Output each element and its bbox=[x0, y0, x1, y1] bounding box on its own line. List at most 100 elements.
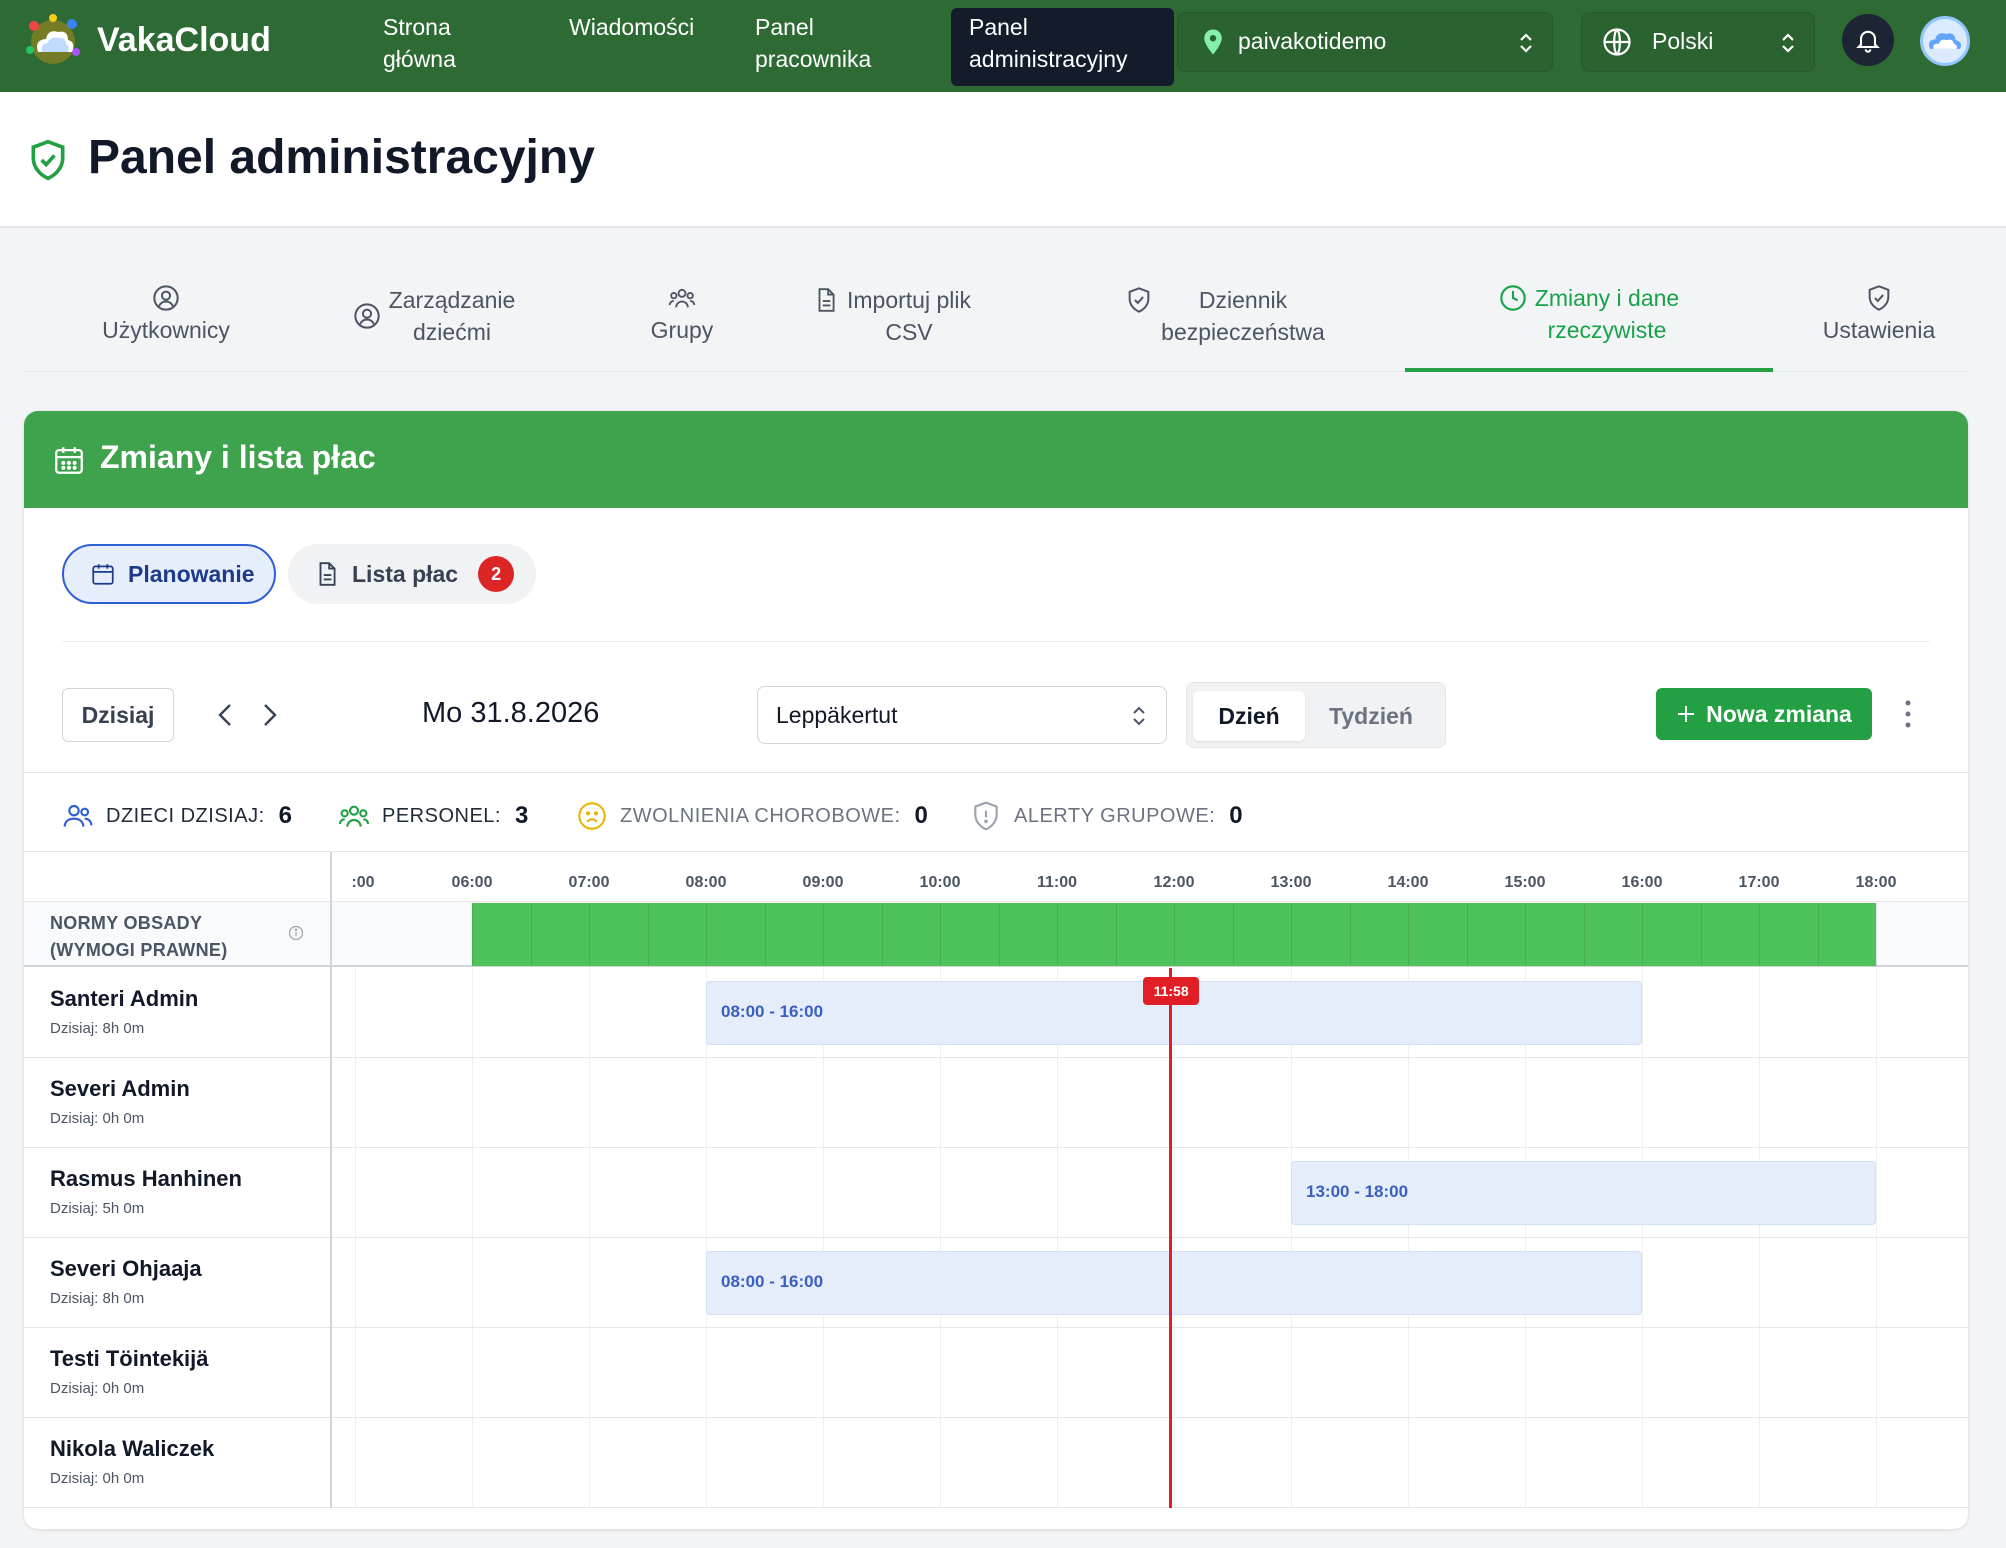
bell-icon bbox=[1856, 30, 1880, 53]
tab-label: Importuj plik CSV bbox=[847, 287, 971, 345]
staff-hours-today: Dzisiaj: 8h 0m bbox=[50, 1020, 145, 1037]
nav-link-home[interactable]: Strona główna bbox=[383, 8, 553, 84]
subtab-planning[interactable]: Planowanie bbox=[62, 544, 276, 604]
norms-bar-tick bbox=[530, 903, 532, 966]
today-button[interactable]: Dzisiaj bbox=[62, 688, 174, 742]
norms-bar-tick bbox=[1174, 903, 1175, 966]
stat-label: DZIECI DZISIAJ: bbox=[106, 804, 265, 827]
tab-label: Grupy bbox=[650, 317, 714, 343]
norms-bar-tick bbox=[1408, 903, 1409, 966]
staff-hours-today: Dzisiaj: 0h 0m bbox=[50, 1380, 145, 1397]
tab-children[interactable]: Zarządzanie dziećmi bbox=[324, 284, 544, 348]
shifts-card: Zmiany i lista płac Planowanie Lista pła… bbox=[24, 411, 1968, 1529]
user-avatar[interactable] bbox=[1920, 16, 1970, 66]
chevron-up-down-icon bbox=[1520, 33, 1532, 53]
hour-label: 11:00 bbox=[1036, 874, 1078, 891]
active-tab-indicator bbox=[1405, 368, 1773, 372]
new-shift-button[interactable]: Nowa zmiana bbox=[1656, 688, 1872, 740]
stat-value: 0 bbox=[1229, 802, 1244, 829]
subtab-payroll[interactable]: Lista płac 2 bbox=[288, 544, 536, 604]
staff-row: Santeri Admin Dzisiaj: 8h 0m 08:00 - 16:00 bbox=[24, 968, 1968, 1058]
brand-name[interactable]: VakaCloud bbox=[97, 21, 271, 60]
file-icon bbox=[818, 288, 835, 312]
current-time-line bbox=[1169, 968, 1173, 1508]
hour-label: 18:00 bbox=[1855, 874, 1897, 891]
nav-link-messages[interactable]: Wiadomości bbox=[569, 8, 739, 84]
notifications-button[interactable] bbox=[1842, 14, 1894, 66]
staff-name[interactable]: Testi Töintekijä bbox=[50, 1346, 209, 1372]
calendar-icon bbox=[92, 564, 114, 585]
view-toggle: Dzień Tydzień bbox=[1186, 682, 1446, 748]
tab-import-csv[interactable]: Importuj plik CSV bbox=[800, 284, 984, 348]
file-icon bbox=[319, 562, 336, 586]
norms-bar-tick bbox=[1349, 903, 1351, 966]
group-value: Leppäkertut bbox=[776, 702, 898, 728]
staff-row: Severi Ohjaaja Dzisiaj: 8h 0m 08:00 - 16:0… bbox=[24, 1238, 1968, 1328]
norms-bar-tick bbox=[764, 903, 766, 966]
staff-row: Rasmus Hanhinen Dzisiaj: 5h 0m 13:00 - 18:… bbox=[24, 1148, 1968, 1238]
payroll-count-badge: 2 bbox=[478, 556, 515, 592]
current-date: Mo 31.8.2026 bbox=[422, 697, 600, 729]
view-day-button[interactable]: Dzień bbox=[1193, 691, 1305, 741]
staff-hours-today: Dzisiaj: 5h 0m bbox=[50, 1200, 145, 1217]
tab-label: Użytkownicy bbox=[102, 317, 230, 343]
stat-value: 3 bbox=[514, 802, 529, 829]
chevron-right-icon[interactable] bbox=[254, 699, 284, 731]
stat-staff: PERSONEL: 3 bbox=[338, 796, 529, 836]
shift-block[interactable]: 08:00 - 16:00 bbox=[706, 1251, 1642, 1315]
nav-link-admin-panel[interactable]: Panel administracyjny bbox=[951, 8, 1174, 86]
shield-check-icon bbox=[1128, 287, 1150, 313]
plus-icon bbox=[1678, 706, 1695, 722]
norms-bar-tick bbox=[1232, 903, 1234, 966]
tab-shifts[interactable]: Zmiany i dane rzeczywiste bbox=[1464, 282, 1714, 346]
shift-block[interactable]: 13:00 - 18:00 bbox=[1291, 1161, 1876, 1225]
norms-bar-tick bbox=[1583, 903, 1585, 966]
stat-label: PERSONEL: bbox=[382, 804, 501, 827]
tab-label: Zarządzanie dziećmi bbox=[388, 287, 516, 345]
divider bbox=[62, 641, 1930, 642]
shield-alert-icon bbox=[974, 801, 998, 831]
group-select[interactable]: Leppäkertut bbox=[757, 686, 1167, 744]
norms-bar-tick bbox=[1642, 903, 1643, 966]
staff-row: Severi Admin Dzisiaj: 0h 0m bbox=[24, 1058, 1968, 1148]
staff-hours-today: Dzisiaj: 0h 0m bbox=[50, 1110, 145, 1127]
norms-bar-tick bbox=[472, 903, 473, 966]
tab-groups[interactable]: Grupy bbox=[612, 284, 752, 346]
tab-label: Dziennik bezpieczeństwa bbox=[1161, 287, 1325, 345]
map-pin-icon bbox=[1204, 29, 1222, 55]
norms-bar-tick bbox=[1700, 903, 1702, 966]
avatar-icon bbox=[1929, 33, 1962, 49]
vakacloud-logo-icon[interactable] bbox=[22, 12, 84, 68]
tab-security-log[interactable]: Dziennik bezpieczeństwa bbox=[1110, 284, 1340, 348]
staff-name[interactable]: Severi Ohjaaja bbox=[50, 1256, 202, 1282]
tab-settings[interactable]: Ustawienia bbox=[1794, 284, 1964, 346]
staff-name[interactable]: Severi Admin bbox=[50, 1076, 190, 1102]
hour-label: 13:00 bbox=[1270, 874, 1312, 891]
view-week-button[interactable]: Tydzień bbox=[1311, 691, 1431, 741]
staff-hours-today: Dzisiaj: 8h 0m bbox=[50, 1290, 145, 1307]
stat-value: 6 bbox=[278, 802, 293, 829]
globe-icon bbox=[1603, 28, 1631, 56]
users-icon bbox=[668, 288, 696, 308]
chevron-left-icon[interactable] bbox=[211, 699, 241, 731]
info-icon[interactable] bbox=[288, 925, 304, 941]
more-options-icon[interactable] bbox=[1902, 698, 1914, 730]
chevron-up-down-icon bbox=[1133, 706, 1145, 726]
calendar-icon bbox=[55, 447, 83, 474]
staff-name[interactable]: Santeri Admin bbox=[50, 986, 198, 1012]
staff-hours-today: Dzisiaj: 0h 0m bbox=[50, 1470, 145, 1487]
staff-name[interactable]: Nikola Waliczek bbox=[50, 1436, 214, 1462]
subtab-label: Planowanie bbox=[128, 560, 255, 587]
shield-check-icon bbox=[31, 139, 65, 181]
staff-group-icon bbox=[338, 805, 370, 827]
tab-users[interactable]: Użytkownicy bbox=[76, 284, 256, 346]
staff-row: Testi Töintekijä Dzisiaj: 0h 0m bbox=[24, 1328, 1968, 1418]
norms-bar-tick bbox=[1876, 903, 1877, 966]
language-select[interactable]: Polski bbox=[1581, 12, 1815, 72]
staffing-norms-row: NORMY OBSADY (WYMOGI PRAWNE) bbox=[24, 901, 1968, 967]
nav-link-staff-panel[interactable]: Panel pracownika bbox=[755, 8, 925, 84]
location-select[interactable]: paivakotidemo bbox=[1177, 12, 1553, 72]
staff-name[interactable]: Rasmus Hanhinen bbox=[50, 1166, 242, 1192]
new-shift-label: Nowa zmiana bbox=[1706, 700, 1852, 727]
card-title: Zmiany i lista płac bbox=[100, 439, 376, 475]
